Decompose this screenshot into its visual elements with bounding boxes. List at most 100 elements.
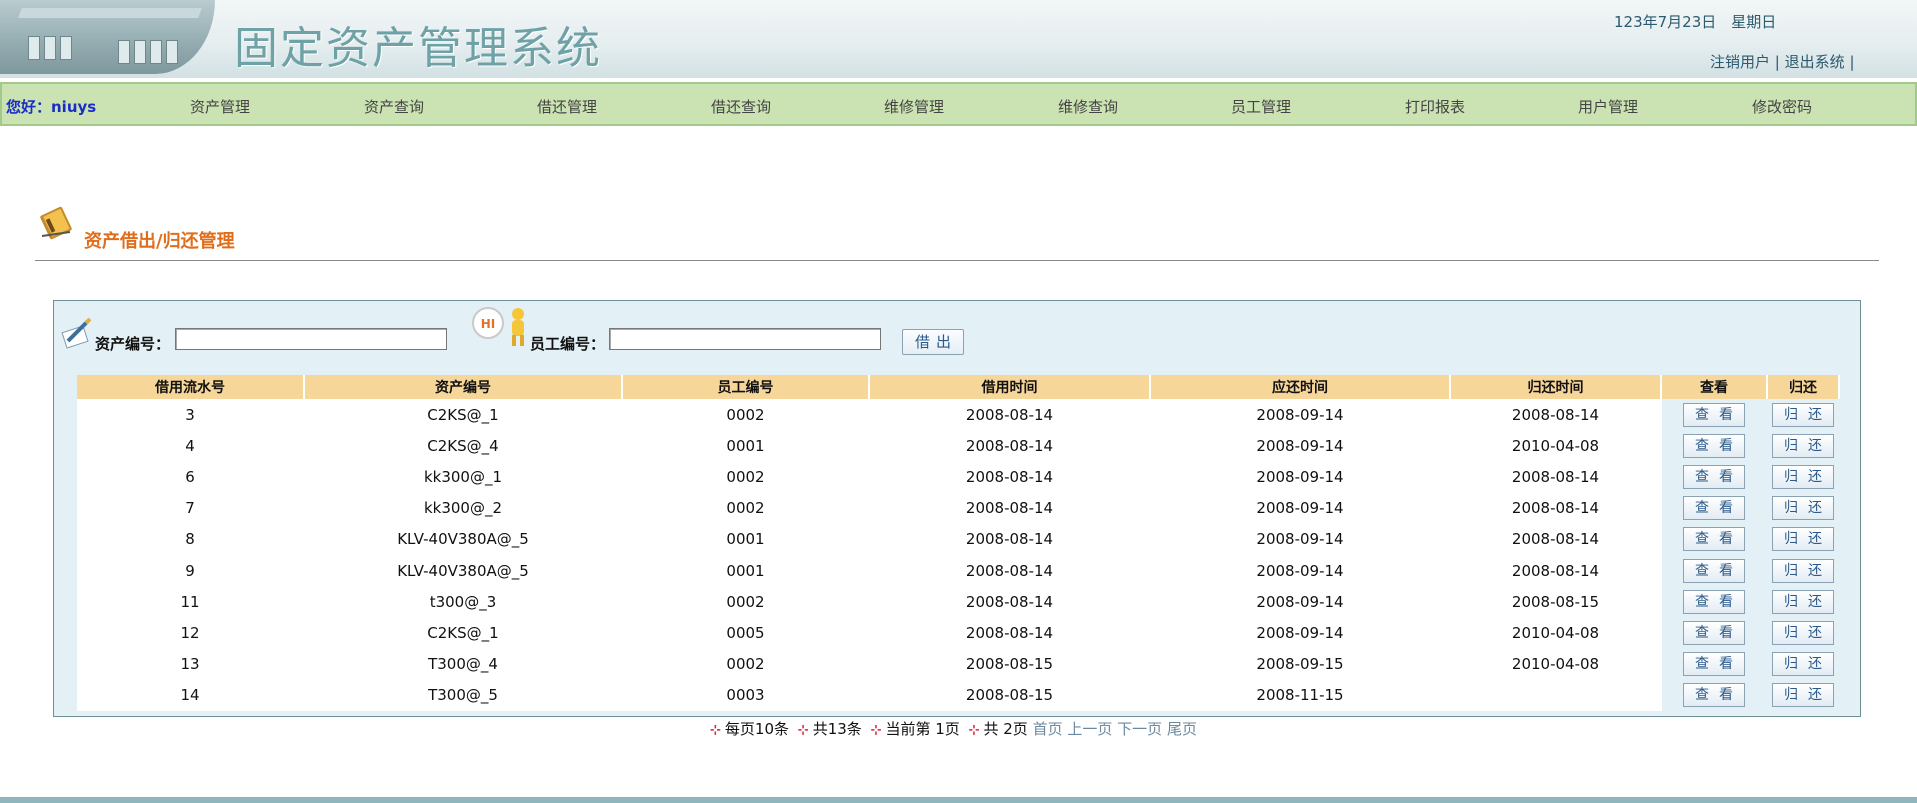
asset-no-cell: C2KS@_1 <box>304 617 623 649</box>
view-button[interactable]: 查看 <box>1683 527 1745 552</box>
due-time-cell: 2008-09-14 <box>1150 492 1451 524</box>
view-button[interactable]: 查看 <box>1683 652 1745 677</box>
arrow-icon: ⊹ <box>710 723 721 738</box>
nav-item-print-report[interactable]: 打印报表 <box>1405 96 1465 117</box>
view-button[interactable]: 查看 <box>1683 496 1745 521</box>
logout-user-link[interactable]: 注销用户 <box>1710 53 1770 71</box>
col-header-view: 查看 <box>1661 375 1768 399</box>
due-time-cell: 2008-09-14 <box>1150 617 1451 649</box>
borrow-time-cell: 2008-08-15 <box>869 679 1151 711</box>
due-time-cell: 2008-09-15 <box>1150 648 1451 680</box>
return-button[interactable]: 归还 <box>1772 433 1834 458</box>
view-button[interactable]: 查看 <box>1683 558 1745 583</box>
nav-item-repair-manage[interactable]: 维修管理 <box>884 96 944 117</box>
prev-page-link[interactable]: 上一页 <box>1067 720 1112 738</box>
table-row: 13 T300@_4 0002 2008-08-15 2008-09-15 2010-04… <box>77 648 1840 680</box>
table-row: 3 C2KS@_1 0002 2008-08-14 2008-09-14 2008-08-… <box>77 399 1840 431</box>
return-button[interactable]: 归还 <box>1772 464 1834 489</box>
asset-no-input[interactable] <box>175 328 447 350</box>
return-button[interactable]: 归还 <box>1772 652 1834 677</box>
title-divider <box>35 260 1879 261</box>
col-header-asset-no: 资产编号 <box>304 375 623 399</box>
lend-button[interactable]: 借出 <box>902 329 964 355</box>
view-button[interactable]: 查看 <box>1683 589 1745 614</box>
borrow-time-cell: 2008-08-14 <box>869 399 1151 431</box>
return-button[interactable]: 归还 <box>1772 402 1834 427</box>
link-separator: | <box>1774 53 1780 71</box>
return-button[interactable]: 归还 <box>1772 558 1834 583</box>
borrow-time-cell: 2008-08-14 <box>869 430 1151 462</box>
return-time-cell: 2010-04-08 <box>1450 430 1662 462</box>
employee-no-cell: 0005 <box>622 617 870 649</box>
return-button[interactable]: 归还 <box>1772 589 1834 614</box>
exit-system-link[interactable]: 退出系统 <box>1785 53 1845 71</box>
arrow-icon: ⊹ <box>870 723 882 738</box>
return-time-cell: 2008-08-14 <box>1450 523 1662 555</box>
employee-no-cell: 0001 <box>622 430 870 462</box>
serial-cell: 9 <box>77 554 305 587</box>
employee-no-cell: 0002 <box>622 492 870 524</box>
serial-cell: 12 <box>77 617 305 649</box>
employee-no-cell: 0002 <box>622 648 870 680</box>
return-time-cell <box>1450 679 1662 711</box>
return-time-cell: 2008-08-14 <box>1450 492 1662 524</box>
return-cell: 归还 <box>1767 617 1840 649</box>
app-title: 固定资产管理系统 <box>234 23 602 74</box>
view-button[interactable]: 查看 <box>1683 464 1745 489</box>
hi-person-icon: HI <box>472 307 524 346</box>
nav-item-user-manage[interactable]: 用户管理 <box>1578 96 1638 117</box>
due-time-cell: 2008-09-14 <box>1150 461 1451 493</box>
greeting-text: 您好：niuys <box>6 98 97 116</box>
main-nav: 您好：niuys 资产管理 资产查询 借还管理 借还查询 维修管理 维修查询 员… <box>0 82 1917 126</box>
return-time-cell: 2008-08-15 <box>1450 586 1662 618</box>
borrow-time-cell: 2008-08-14 <box>869 617 1151 649</box>
nav-item-repair-query[interactable]: 维修查询 <box>1058 96 1118 117</box>
nav-item-change-password[interactable]: 修改密码 <box>1752 96 1812 117</box>
due-time-cell: 2008-09-14 <box>1150 430 1451 462</box>
return-cell: 归还 <box>1767 586 1840 618</box>
total-pages-text: 共 2页 <box>983 720 1028 738</box>
return-button[interactable]: 归还 <box>1772 620 1834 645</box>
borrow-time-cell: 2008-08-14 <box>869 523 1151 555</box>
arrow-icon: ⊹ <box>968 723 980 738</box>
return-button[interactable]: 归还 <box>1772 527 1834 552</box>
notebook-icon <box>40 206 72 240</box>
next-page-link[interactable]: 下一页 <box>1117 720 1162 738</box>
arrow-icon: ⊹ <box>797 723 809 738</box>
nav-item-asset-manage[interactable]: 资产管理 <box>190 96 250 117</box>
view-button[interactable]: 查看 <box>1683 620 1745 645</box>
last-page-link[interactable]: 尾页 <box>1167 720 1197 738</box>
due-time-cell: 2008-11-15 <box>1150 679 1451 711</box>
nav-item-borrow-manage[interactable]: 借还管理 <box>537 96 597 117</box>
return-cell: 归还 <box>1767 492 1840 524</box>
return-button[interactable]: 归还 <box>1772 496 1834 521</box>
nav-item-employee-manage[interactable]: 员工管理 <box>1231 96 1291 117</box>
asset-no-cell: kk300@_1 <box>304 461 623 493</box>
serial-cell: 3 <box>77 399 305 431</box>
serial-cell: 14 <box>77 679 305 711</box>
first-page-link[interactable]: 首页 <box>1033 720 1063 738</box>
nav-item-borrow-query[interactable]: 借还查询 <box>711 96 771 117</box>
asset-no-cell: kk300@_2 <box>304 492 623 524</box>
due-time-cell: 2008-09-14 <box>1150 586 1451 618</box>
view-button[interactable]: 查看 <box>1683 683 1745 708</box>
view-cell: 查看 <box>1661 679 1768 711</box>
link-separator: | <box>1849 53 1855 71</box>
employee-no-cell: 0001 <box>622 554 870 587</box>
asset-no-cell: C2KS@_1 <box>304 399 623 431</box>
return-button[interactable]: 归还 <box>1772 683 1834 708</box>
asset-no-cell: t300@_3 <box>304 586 623 618</box>
view-button[interactable]: 查看 <box>1683 402 1745 427</box>
table-row: 14 T300@_5 0003 2008-08-15 2008-11-15 查看 归还 <box>77 679 1840 711</box>
nav-item-asset-query[interactable]: 资产查询 <box>364 96 424 117</box>
view-button[interactable]: 查看 <box>1683 433 1745 458</box>
return-cell: 归还 <box>1767 679 1840 711</box>
employee-no-input[interactable] <box>609 328 881 350</box>
view-cell: 查看 <box>1661 523 1768 555</box>
borrow-time-cell: 2008-08-14 <box>869 461 1151 493</box>
borrow-time-cell: 2008-08-15 <box>869 648 1151 680</box>
view-cell: 查看 <box>1661 461 1768 493</box>
total-count-text: 共13条 <box>812 720 862 738</box>
user-links: 注销用户 | 退出系统 | <box>1710 51 1855 72</box>
view-cell: 查看 <box>1661 617 1768 649</box>
